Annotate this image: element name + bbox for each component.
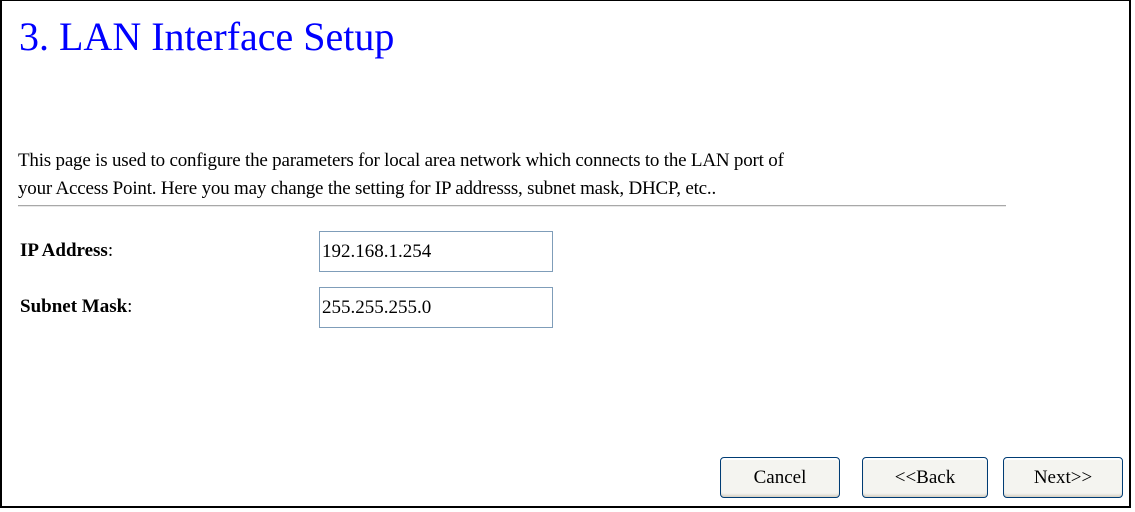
subnet-mask-input[interactable] [319, 287, 553, 328]
section-divider [18, 205, 1006, 207]
subnet-mask-label: Subnet Mask: [20, 296, 132, 318]
next-button[interactable]: Next>> [1003, 457, 1123, 498]
ip-address-input[interactable] [319, 231, 553, 272]
page-frame: 3. LAN Interface Setup This page is used… [0, 0, 1131, 508]
back-button[interactable]: <<Back [862, 457, 988, 498]
page-description-line-2: your Access Point. Here you may change t… [18, 178, 717, 199]
ip-address-label: IP Address: [20, 240, 113, 262]
page-description-line-1: This page is used to configure the param… [18, 150, 784, 171]
cancel-button[interactable]: Cancel [720, 457, 840, 498]
ip-address-label-colon: : [107, 240, 114, 261]
ip-address-label-text: IP Address [20, 240, 108, 261]
page-description: This page is used to configure the param… [18, 147, 1018, 203]
subnet-mask-label-text: Subnet Mask [20, 296, 128, 317]
page-title: 3. LAN Interface Setup [19, 14, 395, 59]
subnet-mask-label-colon: : [127, 296, 133, 317]
